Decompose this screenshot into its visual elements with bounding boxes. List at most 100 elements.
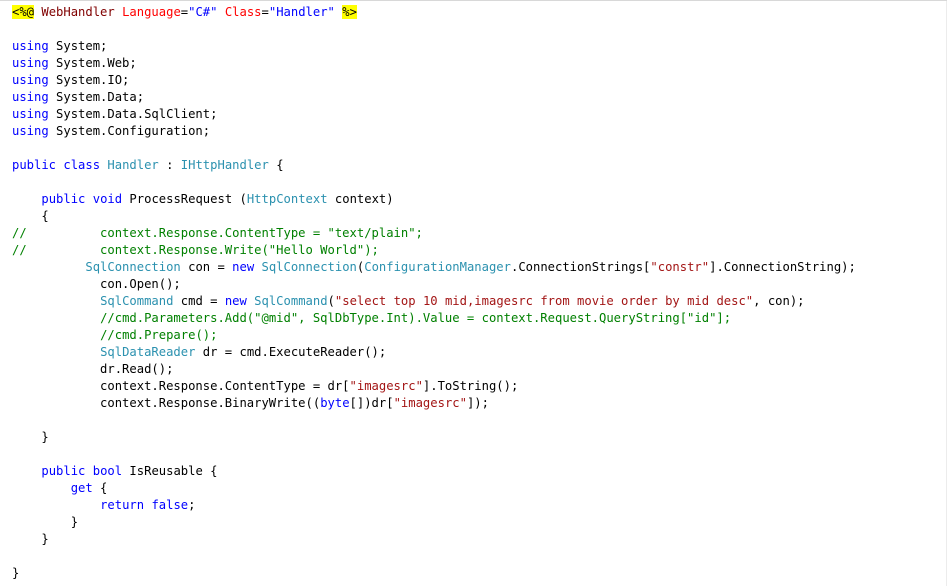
string-token: "imagesrc" (393, 396, 467, 410)
string-token: "constr" (650, 260, 710, 274)
code-line[interactable]: return false; (12, 497, 856, 514)
attribute-name-token: Language (122, 5, 181, 19)
code-line[interactable]: using System.Configuration; (12, 123, 856, 140)
code-token: System.Data; (48, 90, 145, 104)
type-token: SqlCommand (100, 294, 174, 308)
code-token: cmd = (173, 294, 225, 308)
keyword-token: using (12, 39, 49, 53)
code-line[interactable] (12, 446, 856, 463)
code-token: context.Response.BinaryWrite(( (12, 396, 321, 410)
code-line[interactable]: using System.Data.SqlClient; (12, 106, 856, 123)
code-line[interactable]: public bool IsReusable { (12, 463, 856, 480)
code-line[interactable]: context.Response.BinaryWrite((byte[])dr[… (12, 395, 856, 412)
keyword-token: get (70, 481, 93, 495)
code-line[interactable]: } (12, 514, 856, 531)
code-token: System.Configuration; (48, 124, 211, 138)
code-line[interactable]: using System.IO; (12, 72, 856, 89)
code-line[interactable]: get { (12, 480, 856, 497)
code-token: dr = cmd.ExecuteReader(); (195, 345, 387, 359)
code-token: .ConnectionStrings[ (510, 260, 651, 274)
code-line[interactable]: con.Open(); (12, 276, 856, 293)
code-token: [])dr[ (349, 396, 394, 410)
comment-token: // context.Response.ContentType = "text/… (12, 226, 423, 240)
code-token: ]); (466, 396, 489, 410)
keyword-token: false (151, 498, 189, 512)
keyword-token: using (12, 90, 49, 104)
code-line[interactable]: <%@ WebHandler Language="C#" Class="Hand… (12, 4, 856, 21)
code-line[interactable]: using System.Web; (12, 55, 856, 72)
code-token: } (12, 566, 20, 580)
code-token: ProcessRequest ( (122, 192, 247, 206)
code-line[interactable]: } (12, 429, 856, 446)
code-line[interactable]: //cmd.Parameters.Add("@mid", SqlDbType.I… (12, 310, 856, 327)
code-line[interactable] (12, 412, 856, 429)
type-token: Handler (107, 158, 159, 172)
code-token: { (12, 209, 49, 223)
code-token: System.IO; (48, 73, 130, 87)
code-line[interactable]: SqlConnection con = new SqlConnection(Co… (12, 259, 855, 276)
code-token: ; (188, 498, 196, 512)
code-line[interactable]: dr.Read(); (12, 361, 856, 378)
attribute-value-token: "C#" (188, 5, 218, 19)
code-line[interactable]: { (12, 208, 856, 225)
code-token: } (12, 515, 79, 529)
keyword-token: void (92, 192, 123, 206)
code-line[interactable]: // context.Response.Write("Hello World")… (12, 242, 856, 259)
type-token: IHttpHandler (180, 158, 269, 172)
code-token: , con); (753, 294, 805, 308)
code-token: System.Web; (48, 56, 137, 70)
keyword-token: using (12, 56, 49, 70)
code-line[interactable]: //cmd.Prepare(); (12, 327, 856, 344)
keyword-token: public (12, 158, 57, 172)
code-line[interactable] (12, 21, 856, 38)
comment-token: // context.Response.Write("Hello World")… (12, 243, 379, 257)
code-token: dr.Read(); (12, 362, 174, 376)
code-token: ( (327, 294, 335, 308)
code-token: { (92, 481, 108, 495)
attribute-value-token: "Handler" (268, 5, 335, 19)
code-line[interactable]: // context.Response.ContentType = "text/… (12, 225, 856, 242)
keyword-token: public (41, 192, 86, 206)
type-token: SqlConnection (261, 260, 357, 274)
code-token: con.Open(); (12, 277, 181, 291)
keyword-token: using (12, 107, 49, 121)
code-line[interactable]: public class Handler : IHttpHandler { (12, 157, 856, 174)
directive-name-token: WebHandler (41, 5, 115, 19)
string-token: "imagesrc" (349, 379, 423, 393)
code-line[interactable] (12, 548, 856, 565)
keyword-token: byte (320, 396, 350, 410)
directive-delimiter: <%@ (12, 5, 35, 19)
code-line[interactable] (12, 174, 856, 191)
code-line[interactable]: using System; (12, 38, 856, 55)
code-line[interactable]: } (12, 531, 856, 548)
keyword-token: class (63, 158, 101, 172)
code-line[interactable]: } (12, 565, 856, 582)
code-line[interactable]: SqlDataReader dr = cmd.ExecuteReader(); (12, 344, 856, 361)
code-token: { (268, 158, 284, 172)
code-line[interactable]: context.Response.ContentType = dr["image… (12, 378, 856, 395)
code-line[interactable] (12, 140, 856, 157)
code-text-area[interactable]: <%@ WebHandler Language="C#" Class="Hand… (12, 4, 856, 582)
code-line[interactable]: public void ProcessRequest (HttpContext … (12, 191, 856, 208)
code-editor[interactable]: <%@ WebHandler Language="C#" Class="Hand… (0, 0, 947, 586)
keyword-token: public (41, 464, 86, 478)
comment-token: //cmd.Prepare(); (100, 328, 218, 342)
code-line[interactable]: using System.Data; (12, 89, 856, 106)
code-token: IsReusable { (122, 464, 218, 478)
code-token: context.Response.ContentType = dr[ (12, 379, 350, 393)
code-line[interactable]: SqlCommand cmd = new SqlCommand("select … (12, 293, 856, 310)
code-token: } (12, 430, 49, 444)
string-token: "select top 10 mid,imagesrc from movie o… (334, 294, 754, 308)
type-token: SqlCommand (254, 294, 328, 308)
